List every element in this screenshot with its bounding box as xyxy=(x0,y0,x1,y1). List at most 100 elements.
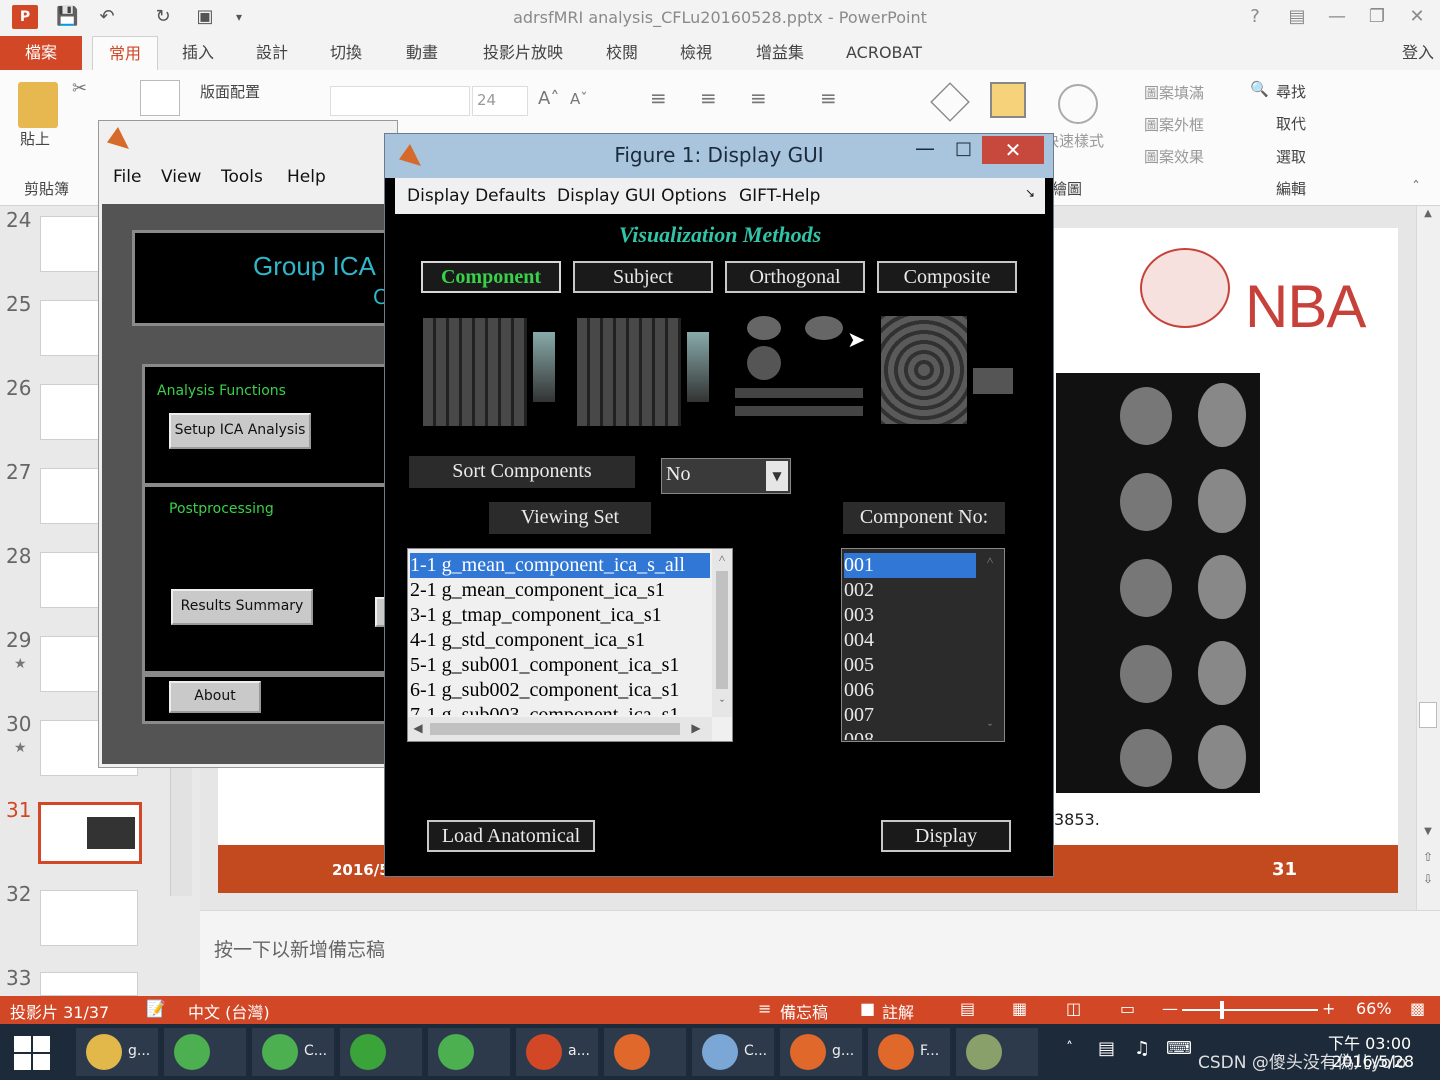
find-button[interactable]: 尋找 xyxy=(1276,81,1306,102)
tab-view[interactable]: 檢視 xyxy=(666,36,726,70)
menu-gift-help[interactable]: GIFT-Help xyxy=(739,186,820,206)
slide-sorter-icon[interactable]: ▦ xyxy=(1012,999,1027,1018)
slide-thumbnail-selected[interactable] xyxy=(38,802,142,864)
collapse-ribbon-icon[interactable]: ˆ xyxy=(1412,178,1420,197)
list-item[interactable]: 006 xyxy=(844,678,874,703)
restore-icon[interactable]: ❐ xyxy=(1362,4,1392,30)
listbox-vertical-scrollbar[interactable]: ˄ ˇ xyxy=(712,549,732,717)
list-item[interactable]: 004 xyxy=(844,628,874,653)
scroll-thumb[interactable] xyxy=(430,723,680,735)
method-orthogonal-button[interactable]: Orthogonal xyxy=(725,261,865,293)
slide-thumbnail[interactable] xyxy=(40,890,138,946)
shrink-font-icon[interactable]: Aˇ xyxy=(570,90,588,108)
tab-insert[interactable]: 插入 xyxy=(168,36,228,70)
bullets-icon[interactable]: ≡ xyxy=(650,86,667,110)
shape-effects-button[interactable]: 圖案效果 xyxy=(1144,146,1204,167)
scroll-down-icon[interactable]: ▼ xyxy=(1419,826,1437,844)
list-item[interactable]: 5-1 g_sub001_component_ica_s1 xyxy=(410,653,679,678)
quick-styles-icon[interactable] xyxy=(1058,84,1098,124)
menu-file[interactable]: File xyxy=(113,167,141,187)
replace-button[interactable]: 取代 xyxy=(1276,113,1306,134)
help-icon[interactable]: ? xyxy=(1240,4,1270,30)
scroll-down-icon[interactable]: ˇ xyxy=(712,697,732,712)
layout-button[interactable]: 版面配置 xyxy=(200,81,260,102)
close-icon[interactable]: ✕ xyxy=(1402,4,1432,30)
list-item[interactable]: 001 xyxy=(844,553,976,578)
shape-outline-button[interactable]: 圖案外框 xyxy=(1144,114,1204,135)
tab-transitions[interactable]: 切換 xyxy=(316,36,376,70)
list-item[interactable]: 002 xyxy=(844,578,874,603)
taskbar-item[interactable] xyxy=(604,1028,686,1076)
scroll-thumb[interactable] xyxy=(716,571,728,689)
input-method-icon[interactable]: ⌨ xyxy=(1166,1038,1192,1059)
zoom-level[interactable]: 66% xyxy=(1356,999,1392,1018)
menu-display-gui-options[interactable]: Display GUI Options xyxy=(557,186,727,206)
scroll-up-icon[interactable]: ▲ xyxy=(1419,208,1437,226)
list-item[interactable]: 008 xyxy=(844,728,874,740)
taskbar-item[interactable]: a... xyxy=(516,1028,598,1076)
list-item[interactable]: 4-1 g_std_component_ica_s1 xyxy=(410,628,645,653)
notes-button[interactable]: 備忘稿 xyxy=(780,999,828,1023)
select-button[interactable]: 選取 xyxy=(1276,146,1306,167)
language-indicator[interactable]: 中文 (台灣) xyxy=(188,999,270,1023)
sort-dropdown[interactable]: No ▼ xyxy=(661,458,791,494)
zoom-slider[interactable] xyxy=(1182,1001,1318,1019)
list-item[interactable]: 005 xyxy=(844,653,874,678)
taskbar-item[interactable]: C... xyxy=(692,1028,774,1076)
ribbon-display-icon[interactable]: ▤ xyxy=(1282,4,1312,30)
menu-tools[interactable]: Tools xyxy=(221,167,263,187)
arrange-icon[interactable] xyxy=(990,82,1026,118)
indent-icon[interactable]: ≡ xyxy=(750,86,767,110)
taskbar-item[interactable] xyxy=(340,1028,422,1076)
network-icon[interactable]: ▤ xyxy=(1098,1038,1115,1059)
scroll-left-icon[interactable]: ◀ xyxy=(410,721,426,736)
scroll-up-icon[interactable]: ˄ xyxy=(978,553,1002,568)
scroll-down-icon[interactable]: ˇ xyxy=(978,721,1002,736)
slide-thumbnail[interactable] xyxy=(40,972,138,996)
notes-icon[interactable]: ≡ xyxy=(758,999,771,1018)
font-name-box[interactable] xyxy=(330,86,470,116)
reading-view-icon[interactable]: ◫ xyxy=(1066,999,1081,1018)
shape-fill-button[interactable]: 圖案填滿 xyxy=(1144,82,1204,103)
list-item[interactable]: 7-1 g_sub003_component_ica_s1 xyxy=(410,703,679,715)
list-item[interactable]: 6-1 g_sub002_component_ica_s1 xyxy=(410,678,679,703)
new-slide-icon[interactable] xyxy=(140,80,180,116)
taskbar-item[interactable]: F... xyxy=(868,1028,950,1076)
chevron-down-icon[interactable]: ▼ xyxy=(766,461,788,491)
normal-view-icon[interactable]: ▤ xyxy=(960,999,975,1018)
setup-ica-button[interactable]: Setup ICA Analysis xyxy=(169,413,311,449)
list-item[interactable]: 007 xyxy=(844,703,874,728)
volume-icon[interactable]: ♫ xyxy=(1134,1038,1150,1059)
tab-acrobat[interactable]: ACROBAT xyxy=(836,36,932,70)
line-spacing-icon[interactable]: ≡ xyxy=(820,86,837,110)
paste-button[interactable]: 貼上 xyxy=(20,128,50,149)
figure-titlebar[interactable]: Figure 1: Display GUI — □ ✕ xyxy=(385,134,1053,178)
viewing-set-listbox[interactable]: 1-1 g_mean_component_ica_s_all 2-1 g_mea… xyxy=(407,548,733,742)
zoom-in-icon[interactable]: + xyxy=(1322,999,1335,1018)
zoom-out-icon[interactable]: — xyxy=(1162,999,1178,1018)
next-slide-icon[interactable]: ⇩ xyxy=(1419,872,1437,890)
minimize-icon[interactable]: — xyxy=(915,136,935,160)
list-item[interactable]: 3-1 g_tmap_component_ica_s1 xyxy=(410,603,662,628)
taskbar-item[interactable]: g... xyxy=(76,1028,158,1076)
shapes-icon[interactable] xyxy=(930,82,970,122)
method-component-button[interactable]: Component xyxy=(421,261,561,293)
menu-display-defaults[interactable]: Display Defaults xyxy=(407,186,546,206)
menubar-expand-icon[interactable]: ↘ xyxy=(1025,186,1035,200)
login-link[interactable]: 登入 xyxy=(1396,36,1440,70)
taskbar-item[interactable] xyxy=(956,1028,1038,1076)
menu-view[interactable]: View xyxy=(161,167,201,187)
spellcheck-icon[interactable]: 📝 xyxy=(146,999,166,1018)
list-item[interactable]: 1-1 g_mean_component_ica_s_all xyxy=(410,553,710,578)
listbox-horizontal-scrollbar[interactable]: ◀ ▶ xyxy=(408,717,712,741)
comments-button[interactable]: 註解 xyxy=(882,999,914,1023)
cut-icon[interactable]: ✂ xyxy=(72,78,87,99)
show-hidden-icons-icon[interactable]: ˄ xyxy=(1066,1040,1073,1056)
close-icon[interactable]: ✕ xyxy=(982,136,1044,164)
notes-pane[interactable]: 按一下以新增備忘稿 xyxy=(200,910,1440,996)
component-number-listbox[interactable]: 001 002 003 004 005 006 007 008 ˄ ˇ xyxy=(841,548,1005,742)
tab-review[interactable]: 校閱 xyxy=(592,36,652,70)
windows-start-icon[interactable] xyxy=(14,1036,50,1070)
fit-slide-icon[interactable]: ▩ xyxy=(1410,999,1425,1018)
tab-addins[interactable]: 增益集 xyxy=(742,36,818,70)
